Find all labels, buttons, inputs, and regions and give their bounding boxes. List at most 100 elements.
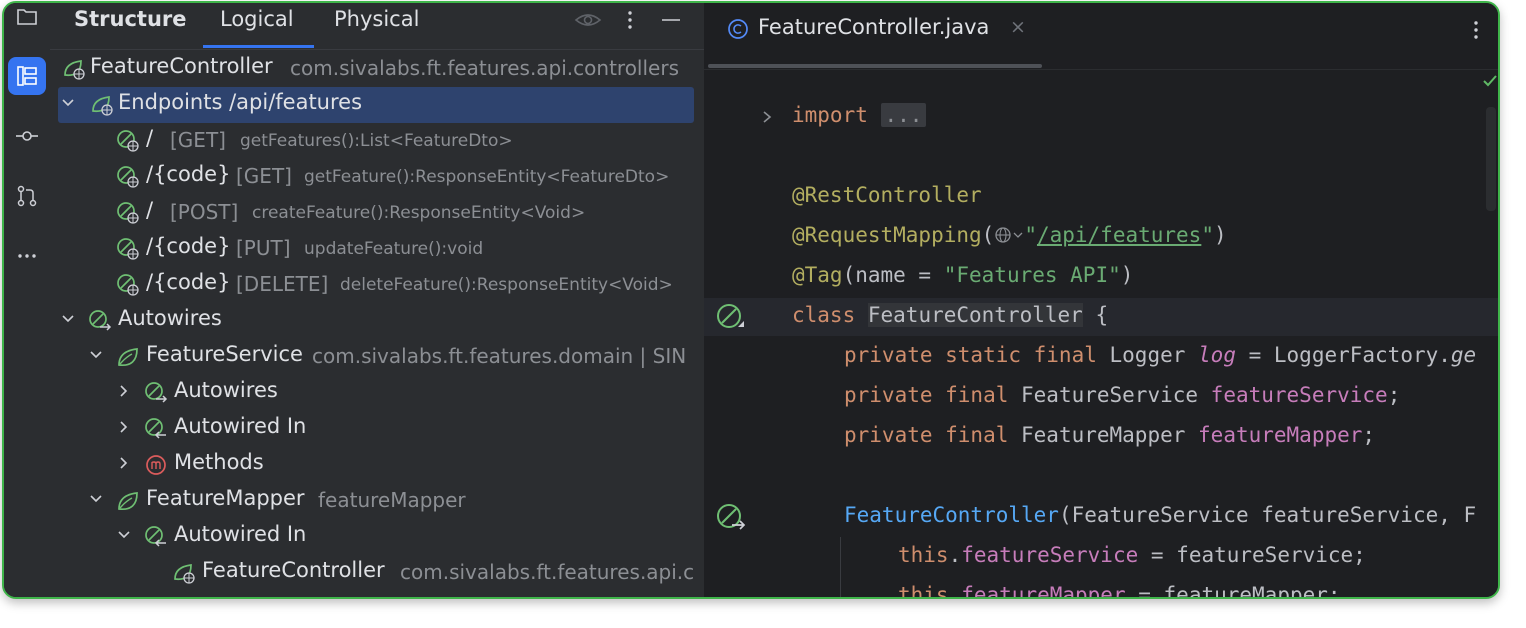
chevron-down-icon[interactable]: [60, 311, 76, 327]
tree-endpoint-item[interactable]: /{code} [GET] getFeature():ResponseEntit…: [50, 159, 704, 195]
spring-controller-icon: [174, 564, 195, 584]
spring-bean-gutter-icon[interactable]: [716, 303, 746, 331]
code-line-tag[interactable]: @Tag(name = "Features API"): [792, 263, 1133, 293]
commit-icon: [16, 131, 38, 141]
folder-icon: [17, 9, 37, 25]
tree-fs-autowires[interactable]: Autowires: [50, 375, 704, 411]
kebab-icon[interactable]: [622, 9, 638, 31]
endpoint-icon: [117, 238, 139, 260]
code-editor[interactable]: FeatureController.java × import ... @Res…: [704, 3, 1498, 597]
endpoint-icon: [117, 274, 139, 296]
spring-bean-icon: [118, 492, 138, 511]
code-line-constructor[interactable]: FeatureController(FeatureService feature…: [844, 503, 1476, 533]
endpoint-path: /{code}: [146, 162, 231, 186]
tree-root-featurecontroller[interactable]: FeatureController com.sivalabs.ft.featur…: [50, 51, 704, 87]
endpoint-path: /{code}: [146, 270, 231, 294]
tab-physical[interactable]: Physical: [334, 7, 419, 31]
chevron-down-icon[interactable]: [88, 491, 104, 507]
autowire-gutter-icon[interactable]: [716, 503, 746, 531]
code-line-restcontroller[interactable]: @RestController: [792, 183, 982, 213]
tool-strip: [4, 3, 51, 597]
code-line-featuremapper-field[interactable]: private final FeatureMapper featureMappe…: [844, 423, 1375, 453]
code-line-assign-service[interactable]: this.featureService = featureService;: [898, 543, 1366, 573]
tree-endpoint-item[interactable]: / [GET] getFeatures():List<FeatureDto>: [50, 123, 704, 159]
commit-tool-button[interactable]: [8, 117, 46, 155]
endpoint-signature: updateFeature():void: [304, 239, 484, 259]
endpoint-path: /{code}: [146, 234, 231, 258]
endpoint-icon: [117, 130, 139, 152]
globe-icon[interactable]: [994, 226, 1012, 244]
spring-controller-icon: [64, 60, 85, 80]
tree-endpoint-item[interactable]: /{code} [PUT] updateFeature():void: [50, 231, 704, 267]
check-icon: [1483, 75, 1497, 87]
tree-endpoints[interactable]: Endpoints /api/features: [58, 87, 694, 123]
tab-logical[interactable]: Logical: [220, 7, 294, 31]
endpoint-signature: deleteFeature():ResponseEntity<Void>: [340, 275, 673, 295]
editor-tab-filename: FeatureController.java: [758, 15, 990, 39]
autowired-in-icon: [145, 418, 166, 439]
project-tool-button[interactable]: [8, 3, 46, 35]
structure-icon: [17, 66, 37, 86]
indent-guide: [840, 537, 841, 597]
more-icon: [18, 254, 36, 258]
close-tab-icon[interactable]: ×: [1010, 16, 1026, 38]
tree-label: Autowired In: [174, 414, 307, 438]
tree-fm-featurecontroller[interactable]: FeatureController com.sivalabs.ft.featur…: [50, 555, 704, 591]
pull-requests-tool-button[interactable]: [8, 177, 46, 215]
eye-icon[interactable]: [574, 9, 602, 31]
spring-bean-icon: [118, 348, 138, 367]
tree-detail: com.sivalabs.ft.features.domain | SIN: [312, 344, 687, 368]
tree-label: Autowired In: [174, 522, 307, 546]
method-icon: [146, 455, 166, 475]
code-line-import[interactable]: import ...: [792, 103, 927, 133]
chevron-right-icon[interactable]: [116, 419, 132, 435]
panel-title: Structure: [74, 7, 187, 31]
structure-panel: Structure Logical Physical FeatureContro…: [50, 3, 704, 597]
editor-scrollbar[interactable]: [1486, 107, 1496, 211]
tree-label: Endpoints /api/features: [118, 90, 363, 114]
endpoint-method: [PUT]: [236, 236, 291, 260]
chevron-right-icon[interactable]: [116, 383, 132, 399]
tab-scrollbar[interactable]: [708, 64, 1042, 68]
tree-fm-autowired-in[interactable]: Autowired In: [50, 519, 704, 555]
tree-featureservice[interactable]: FeatureService com.sivalabs.ft.features.…: [50, 339, 704, 375]
tree-featuremapper[interactable]: FeatureMapper featureMapper: [50, 483, 704, 519]
endpoint-path: /: [146, 198, 154, 222]
tree-fs-methods[interactable]: Methods: [50, 447, 704, 483]
code-line-class[interactable]: class FeatureController {: [792, 303, 1108, 333]
autowire-icon: [89, 310, 112, 331]
code-line-featureservice-field[interactable]: private final FeatureService featureServ…: [844, 383, 1400, 413]
chevron-down-icon[interactable]: [88, 347, 104, 363]
more-tools-button[interactable]: [8, 237, 46, 275]
structure-header: Structure Logical Physical: [50, 3, 704, 50]
tree-detail: featureMapper: [318, 488, 466, 512]
autowired-in-icon: [145, 526, 166, 547]
ide-window: Structure Logical Physical FeatureContro…: [2, 1, 1500, 599]
chevron-right-icon[interactable]: [116, 455, 132, 471]
tree-detail: com.sivalabs.ft.features.api.c: [400, 560, 695, 584]
chevron-down-icon[interactable]: [60, 95, 76, 111]
chevron-down-icon[interactable]: [1012, 226, 1024, 244]
folded-imports[interactable]: ...: [880, 103, 927, 127]
code-line-assign-mapper[interactable]: this.featureMapper = featureMapper;: [898, 583, 1341, 597]
code-line-logger[interactable]: private static final Logger log = Logger…: [844, 343, 1476, 373]
structure-tool-button[interactable]: [8, 57, 46, 95]
url-link[interactable]: /api/features: [1037, 223, 1201, 247]
kebab-icon[interactable]: [1468, 19, 1484, 41]
tree-endpoint-item[interactable]: / [POST] createFeature():ResponseEntity<…: [50, 195, 704, 231]
tree-autowires[interactable]: Autowires: [50, 303, 704, 339]
endpoint-icon: [117, 166, 139, 188]
endpoint-method: [GET]: [236, 164, 292, 188]
endpoint-method: [DELETE]: [236, 272, 329, 296]
class-icon: [728, 19, 748, 39]
chevron-down-icon[interactable]: [116, 527, 132, 543]
tree-endpoint-item[interactable]: /{code} [DELETE] deleteFeature():Respons…: [50, 267, 704, 303]
minimize-icon[interactable]: [660, 9, 682, 31]
code-line-requestmapping[interactable]: @RequestMapping("/api/features"): [792, 223, 1227, 253]
spring-controller-icon: [92, 96, 113, 116]
endpoint-signature: getFeatures():List<FeatureDto>: [240, 131, 513, 151]
tree-label: Autowires: [118, 306, 222, 330]
pull-request-icon: [17, 185, 37, 207]
tree-fs-autowired-in[interactable]: Autowired In: [50, 411, 704, 447]
fold-chevron-icon[interactable]: [760, 107, 774, 127]
